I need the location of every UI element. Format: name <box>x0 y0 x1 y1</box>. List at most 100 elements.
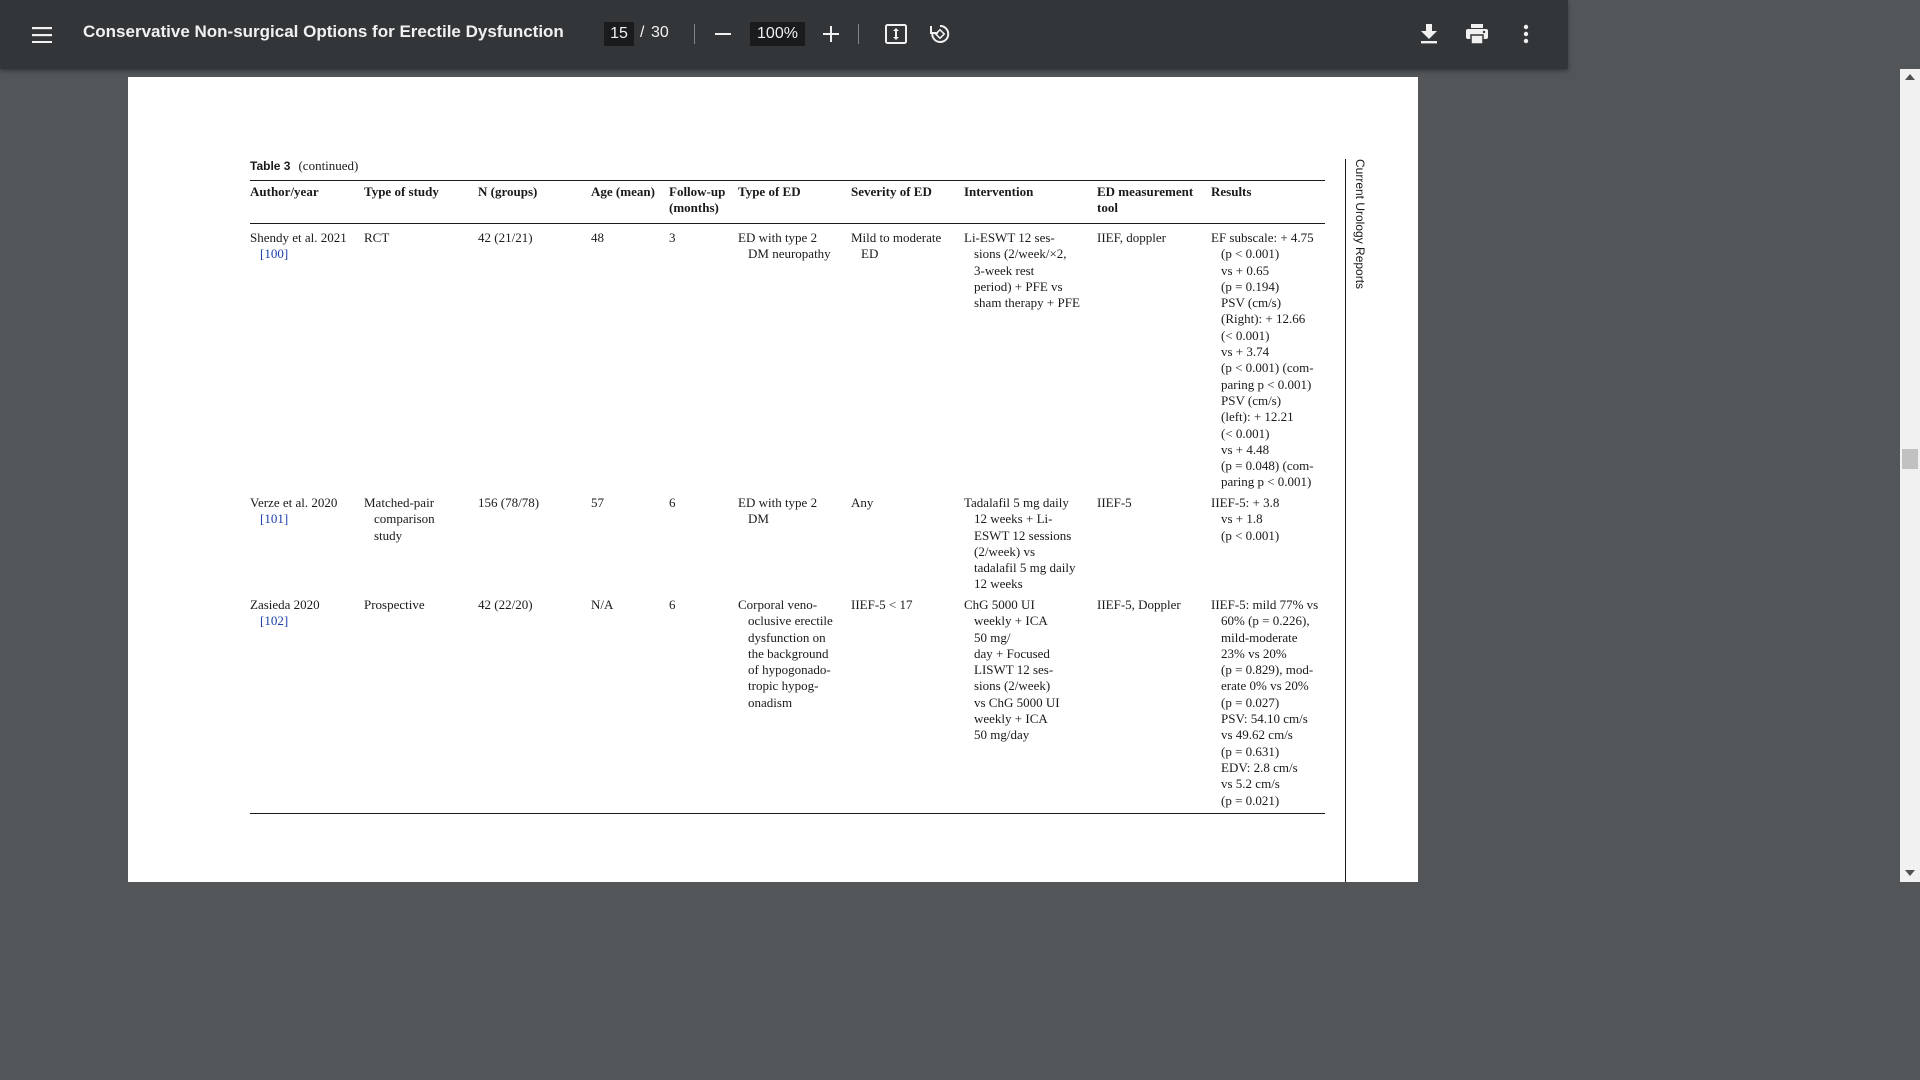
zoom-level-input[interactable]: 100% <box>750 22 805 46</box>
cell-line: ED <box>861 246 879 262</box>
cell-line: IIEF-5: + 3.8 <box>1211 495 1280 510</box>
table-cell-age: 48 <box>591 230 604 246</box>
cell-line: 42 (22/20) <box>478 597 533 612</box>
cell-line: paring p < 0.001) <box>1221 376 1312 392</box>
table-caption-label: Table 3 <box>250 159 291 173</box>
table-cell-study: Prospective <box>364 597 425 613</box>
table-cell-author: Shendy et al. 2021 [100] <box>250 230 347 263</box>
cell-line: ChG 5000 UI <box>964 597 1035 612</box>
cell-line: day + Focused <box>974 645 1050 661</box>
zoom-out-button[interactable] <box>708 19 738 49</box>
cell-line: comparison <box>374 511 435 527</box>
cell-line: (left): + 12.21 <box>1221 409 1294 425</box>
cell-line: Severity of ED <box>851 184 932 199</box>
page-number-input[interactable]: 15 <box>604 22 634 46</box>
cell-line: (2/week) vs <box>974 543 1036 559</box>
table-cell-n: 42 (22/20) <box>478 597 533 613</box>
cell-line: vs 49.62 cm/s <box>1221 727 1293 743</box>
document-viewer[interactable]: Table 3 (continued) Author/year Type of st… <box>0 69 1568 882</box>
cell-line: (p = 0.631) <box>1221 743 1280 759</box>
cell-line: 3-week rest <box>974 262 1035 278</box>
cell-line: tropic hypog- <box>748 678 819 694</box>
cell-line: IIEF-5 <box>1097 495 1132 510</box>
col-severity-header: Severity of ED <box>851 184 932 200</box>
col-intervention-header: Intervention <box>964 184 1033 200</box>
cell-line: Verze et al. 2020 <box>250 495 338 510</box>
cell-line: of hypogonado- <box>748 662 831 678</box>
table-cell-severity: Mild to moderate ED <box>851 230 941 263</box>
cell-line: Prospective <box>364 597 425 612</box>
cell-line: (p = 0.829), mod- <box>1221 662 1314 678</box>
fit-page-icon <box>885 24 907 44</box>
print-button[interactable] <box>1461 18 1493 50</box>
cell-line: Any <box>851 495 874 510</box>
cell-line: the background <box>748 645 829 661</box>
table-cell-age: N/A <box>591 597 613 613</box>
cell-line: IIEF-5: mild 77% vs <box>1211 597 1319 612</box>
cell-line: vs + 0.65 <box>1221 262 1270 278</box>
cell-line: PSV (cm/s) <box>1221 392 1282 408</box>
running-head-rule <box>1345 159 1346 882</box>
scroll-up-arrow-icon[interactable] <box>1905 74 1915 80</box>
cell-line: 6 <box>669 597 676 612</box>
table-cell-study: Matched-pair comparison study <box>364 495 435 544</box>
vertical-scrollbar[interactable] <box>1900 69 1920 882</box>
zoom-in-button[interactable] <box>816 19 846 49</box>
cell-line: vs ChG 5000 UI <box>974 694 1060 710</box>
table-cell-type_ed: ED with type 2 DM <box>738 495 817 528</box>
cell-line: Age (mean) <box>591 184 655 199</box>
cell-line: ED measurement <box>1097 184 1194 199</box>
cell-line: 57 <box>591 495 604 510</box>
cell-line: 42 (21/21) <box>478 230 533 245</box>
table-cell-severity: Any <box>851 495 873 511</box>
rotate-icon <box>930 24 950 43</box>
cell-line: Mild to moderate <box>851 230 942 245</box>
cell-line: (months) <box>669 200 719 216</box>
menu-icon <box>32 27 52 43</box>
reference-link[interactable]: [100] <box>250 246 347 262</box>
reference-link[interactable]: [102] <box>250 613 320 629</box>
minus-icon <box>715 33 731 35</box>
table-cell-results: IIEF-5: mild 77% vs 60% (p = 0.226), mild-… <box>1211 597 1318 809</box>
cell-line: Li-ESWT 12 ses- <box>964 230 1055 245</box>
table-caption: Table 3 (continued) <box>250 158 358 174</box>
pdf-page: Table 3 (continued) Author/year Type of st… <box>128 77 1418 882</box>
cell-line: IIEF, doppler <box>1097 230 1166 245</box>
scroll-down-arrow-icon[interactable] <box>1905 870 1915 876</box>
cell-line: onadism <box>748 694 793 710</box>
reference-link[interactable]: [101] <box>250 511 337 527</box>
more-vert-icon <box>1523 24 1529 44</box>
cell-line: erate 0% vs 20% <box>1221 678 1309 694</box>
more-options-button[interactable] <box>1510 18 1542 50</box>
table-cell-author: Verze et al. 2020 [101] <box>250 495 337 528</box>
download-button[interactable] <box>1413 18 1445 50</box>
cell-line: Author/year <box>250 184 319 199</box>
table-cell-author: Zasieda 2020 [102] <box>250 597 320 630</box>
table-cell-n: 156 (78/78) <box>478 495 539 511</box>
cell-line: Corporal veno- <box>738 597 818 612</box>
cell-line: PSV: 54.10 cm/s <box>1221 711 1308 727</box>
cell-line: DM <box>748 511 769 527</box>
cell-line: study <box>374 527 403 543</box>
cell-line: ESWT 12 sessions <box>974 527 1072 543</box>
cell-line: weekly + ICA <box>974 613 1048 629</box>
cell-line: Type of study <box>364 184 439 199</box>
cell-line: DM neuropathy <box>748 246 831 262</box>
cell-line: 12 weeks <box>974 576 1023 592</box>
table-header-rule <box>250 223 1325 224</box>
scrollbar-thumb[interactable] <box>1902 449 1918 469</box>
cell-line: dysfunction on <box>748 629 826 645</box>
col-measurement-tool-header: ED measurement tool <box>1097 184 1193 217</box>
cell-line: 50 mg/day <box>974 727 1030 743</box>
cell-line: Type of ED <box>738 184 801 199</box>
toolbar-divider <box>858 24 859 44</box>
cell-line: (p < 0.001) <box>1221 527 1280 543</box>
rotate-button[interactable] <box>924 18 956 50</box>
table-cell-tool: IIEF-5, Doppler <box>1097 597 1181 613</box>
col-results-header: Results <box>1211 184 1251 200</box>
cell-line: Follow-up <box>669 184 726 199</box>
fit-to-page-button[interactable] <box>880 18 912 50</box>
menu-button[interactable] <box>22 15 62 55</box>
table-cell-type_ed: Corporal veno-oclusive erectile dysfuncti… <box>738 597 833 711</box>
table-bottom-rule <box>250 813 1325 814</box>
